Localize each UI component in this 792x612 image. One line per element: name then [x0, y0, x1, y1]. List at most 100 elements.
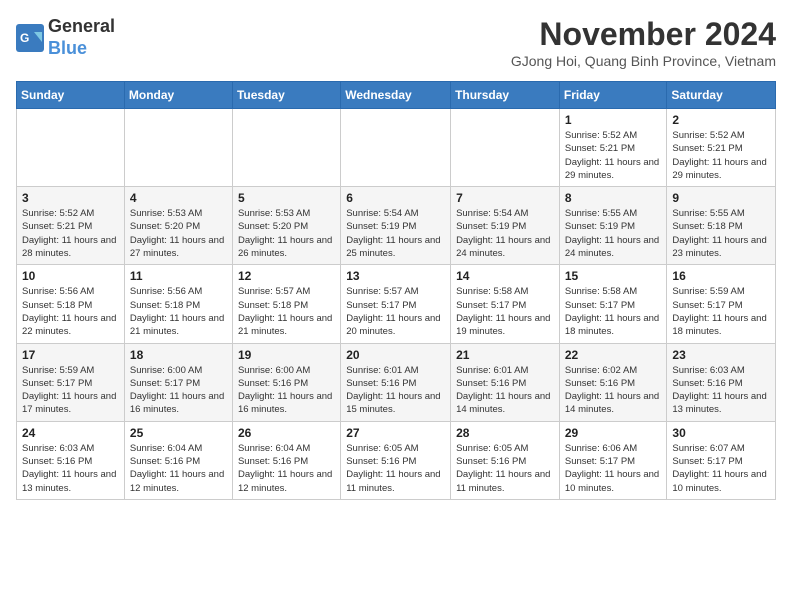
calendar-cell: 29Sunrise: 6:06 AM Sunset: 5:17 PM Dayli…	[559, 421, 667, 499]
logo-line1: General	[48, 16, 115, 38]
day-number: 5	[238, 191, 335, 205]
day-number: 22	[565, 348, 662, 362]
weekday-monday: Monday	[124, 82, 232, 109]
weekday-friday: Friday	[559, 82, 667, 109]
calendar-cell: 28Sunrise: 6:05 AM Sunset: 5:16 PM Dayli…	[451, 421, 560, 499]
calendar-cell: 11 Sunrise: 5:56 AM Sunset: 5:18 PM Dayli…	[124, 265, 232, 343]
day-info: Sunrise: 5:52 AM Sunset: 5:21 PM Dayligh…	[672, 129, 770, 182]
calendar-cell: 15Sunrise: 5:58 AM Sunset: 5:17 PM Dayli…	[559, 265, 667, 343]
day-number: 3	[22, 191, 119, 205]
calendar-cell: 4Sunrise: 5:53 AM Sunset: 5:20 PM Daylig…	[124, 187, 232, 265]
day-number: 9	[672, 191, 770, 205]
day-info: Sunrise: 6:01 AM Sunset: 5:16 PM Dayligh…	[456, 364, 554, 417]
day-info: Sunrise: 5:54 AM Sunset: 5:19 PM Dayligh…	[456, 207, 554, 260]
title-area: November 2024 GJong Hoi, Quang Binh Prov…	[511, 16, 776, 69]
calendar-cell: 27 Sunrise: 6:05 AM Sunset: 5:16 PM Dayli…	[341, 421, 451, 499]
day-number: 1	[565, 113, 662, 127]
calendar-cell	[451, 109, 560, 187]
calendar-cell: 6 Sunrise: 5:54 AM Sunset: 5:19 PM Daylig…	[341, 187, 451, 265]
svg-text:G: G	[20, 31, 29, 45]
day-info: Sunrise: 6:06 AM Sunset: 5:17 PM Dayligh…	[565, 442, 662, 495]
day-info: Sunrise: 5:58 AM Sunset: 5:17 PM Dayligh…	[456, 285, 554, 338]
day-number: 27	[346, 426, 445, 440]
day-info: Sunrise: 5:57 AM Sunset: 5:17 PM Dayligh…	[346, 285, 445, 338]
calendar-cell	[124, 109, 232, 187]
header: G General Blue November 2024 GJong Hoi, …	[16, 16, 776, 69]
calendar-cell: 5 Sunrise: 5:53 AM Sunset: 5:20 PM Daylig…	[232, 187, 340, 265]
calendar-cell: 16 Sunrise: 5:59 AM Sunset: 5:17 PM Dayli…	[667, 265, 776, 343]
day-info: Sunrise: 6:05 AM Sunset: 5:16 PM Dayligh…	[346, 442, 445, 495]
day-info: Sunrise: 5:52 AM Sunset: 5:21 PM Dayligh…	[22, 207, 119, 260]
day-number: 14	[456, 269, 554, 283]
calendar-cell: 19 Sunrise: 6:00 AM Sunset: 5:16 PM Dayli…	[232, 343, 340, 421]
day-number: 4	[130, 191, 227, 205]
day-number: 16	[672, 269, 770, 283]
calendar-cell: 1 Sunrise: 5:52 AM Sunset: 5:21 PM Daylig…	[559, 109, 667, 187]
calendar-cell: 14 Sunrise: 5:58 AM Sunset: 5:17 PM Dayli…	[451, 265, 560, 343]
day-number: 28	[456, 426, 554, 440]
day-info: Sunrise: 5:58 AM Sunset: 5:17 PM Dayligh…	[565, 285, 662, 338]
subtitle: GJong Hoi, Quang Binh Province, Vietnam	[511, 53, 776, 69]
day-info: Sunrise: 6:00 AM Sunset: 5:16 PM Dayligh…	[238, 364, 335, 417]
calendar-cell: 7 Sunrise: 5:54 AM Sunset: 5:19 PM Daylig…	[451, 187, 560, 265]
calendar-cell: 13 Sunrise: 5:57 AM Sunset: 5:17 PM Dayli…	[341, 265, 451, 343]
weekday-tuesday: Tuesday	[232, 82, 340, 109]
weekday-saturday: Saturday	[667, 82, 776, 109]
day-number: 7	[456, 191, 554, 205]
weekday-thursday: Thursday	[451, 82, 560, 109]
day-info: Sunrise: 5:54 AM Sunset: 5:19 PM Dayligh…	[346, 207, 445, 260]
day-number: 25	[130, 426, 227, 440]
day-info: Sunrise: 5:59 AM Sunset: 5:17 PM Dayligh…	[672, 285, 770, 338]
logo-line2: Blue	[48, 38, 115, 60]
calendar-header: SundayMondayTuesdayWednesdayThursdayFrid…	[17, 82, 776, 109]
day-info: Sunrise: 6:03 AM Sunset: 5:16 PM Dayligh…	[22, 442, 119, 495]
calendar-cell	[17, 109, 125, 187]
calendar-cell: 26Sunrise: 6:04 AM Sunset: 5:16 PM Dayli…	[232, 421, 340, 499]
day-number: 19	[238, 348, 335, 362]
day-number: 13	[346, 269, 445, 283]
day-info: Sunrise: 6:04 AM Sunset: 5:16 PM Dayligh…	[238, 442, 335, 495]
day-info: Sunrise: 6:01 AM Sunset: 5:16 PM Dayligh…	[346, 364, 445, 417]
calendar-cell: 24Sunrise: 6:03 AM Sunset: 5:16 PM Dayli…	[17, 421, 125, 499]
day-info: Sunrise: 6:00 AM Sunset: 5:17 PM Dayligh…	[130, 364, 227, 417]
month-title: November 2024	[511, 16, 776, 53]
week-row-3: 10 Sunrise: 5:56 AM Sunset: 5:18 PM Dayli…	[17, 265, 776, 343]
weekday-sunday: Sunday	[17, 82, 125, 109]
day-number: 10	[22, 269, 119, 283]
day-info: Sunrise: 5:57 AM Sunset: 5:18 PM Dayligh…	[238, 285, 335, 338]
day-info: Sunrise: 5:56 AM Sunset: 5:18 PM Dayligh…	[130, 285, 227, 338]
day-number: 21	[456, 348, 554, 362]
day-info: Sunrise: 6:03 AM Sunset: 5:16 PM Dayligh…	[672, 364, 770, 417]
weekday-header-row: SundayMondayTuesdayWednesdayThursdayFrid…	[17, 82, 776, 109]
week-row-4: 17Sunrise: 5:59 AM Sunset: 5:17 PM Dayli…	[17, 343, 776, 421]
day-info: Sunrise: 5:52 AM Sunset: 5:21 PM Dayligh…	[565, 129, 662, 182]
day-number: 20	[346, 348, 445, 362]
calendar-cell: 25 Sunrise: 6:04 AM Sunset: 5:16 PM Dayli…	[124, 421, 232, 499]
day-number: 8	[565, 191, 662, 205]
week-row-5: 24Sunrise: 6:03 AM Sunset: 5:16 PM Dayli…	[17, 421, 776, 499]
day-info: Sunrise: 5:53 AM Sunset: 5:20 PM Dayligh…	[238, 207, 335, 260]
weekday-wednesday: Wednesday	[341, 82, 451, 109]
day-info: Sunrise: 6:02 AM Sunset: 5:16 PM Dayligh…	[565, 364, 662, 417]
day-info: Sunrise: 5:55 AM Sunset: 5:18 PM Dayligh…	[672, 207, 770, 260]
calendar-cell: 8Sunrise: 5:55 AM Sunset: 5:19 PM Daylig…	[559, 187, 667, 265]
day-number: 6	[346, 191, 445, 205]
day-number: 11	[130, 269, 227, 283]
calendar-cell	[232, 109, 340, 187]
logo-icon: G	[16, 24, 44, 52]
day-number: 2	[672, 113, 770, 127]
day-info: Sunrise: 6:04 AM Sunset: 5:16 PM Dayligh…	[130, 442, 227, 495]
calendar-cell: 2 Sunrise: 5:52 AM Sunset: 5:21 PM Daylig…	[667, 109, 776, 187]
calendar-cell: 22 Sunrise: 6:02 AM Sunset: 5:16 PM Dayli…	[559, 343, 667, 421]
day-number: 12	[238, 269, 335, 283]
calendar-body: 1 Sunrise: 5:52 AM Sunset: 5:21 PM Daylig…	[17, 109, 776, 500]
day-number: 30	[672, 426, 770, 440]
calendar-cell: 17Sunrise: 5:59 AM Sunset: 5:17 PM Dayli…	[17, 343, 125, 421]
day-number: 18	[130, 348, 227, 362]
calendar-cell: 12 Sunrise: 5:57 AM Sunset: 5:18 PM Dayli…	[232, 265, 340, 343]
day-info: Sunrise: 6:07 AM Sunset: 5:17 PM Dayligh…	[672, 442, 770, 495]
day-info: Sunrise: 5:59 AM Sunset: 5:17 PM Dayligh…	[22, 364, 119, 417]
calendar-cell: 21 Sunrise: 6:01 AM Sunset: 5:16 PM Dayli…	[451, 343, 560, 421]
calendar-cell: 3 Sunrise: 5:52 AM Sunset: 5:21 PM Daylig…	[17, 187, 125, 265]
calendar-cell: 30 Sunrise: 6:07 AM Sunset: 5:17 PM Dayli…	[667, 421, 776, 499]
